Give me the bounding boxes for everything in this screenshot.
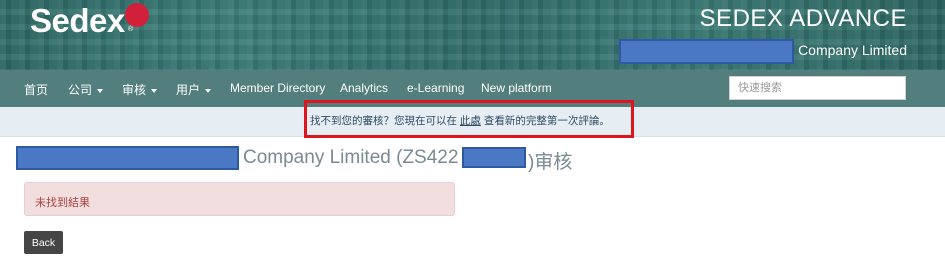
nav-item-home[interactable]: 首页: [24, 81, 48, 98]
product-title: SEDEX ADVANCE: [699, 5, 907, 32]
nav-item-audit-label: 审核: [122, 83, 147, 97]
company-name: Company Limited: [798, 42, 907, 58]
logo-trademark: ®: [128, 26, 134, 33]
quick-search-input[interactable]: [729, 76, 906, 100]
nav-item-audit[interactable]: 审核: [122, 81, 158, 98]
back-button[interactable]: Back: [24, 231, 63, 254]
nav-item-member-directory[interactable]: Member Directory: [230, 81, 325, 95]
alert-message: 未找到結果: [35, 197, 90, 209]
chevron-down-icon: [97, 88, 104, 93]
header-banner: Sedex ® SEDEX ADVANCE Company Limited: [0, 0, 945, 70]
title-redaction-id: [462, 147, 526, 168]
no-results-alert: 未找到結果: [24, 182, 455, 216]
logo-red-dot: [125, 3, 149, 27]
page-title-part2: )审核: [528, 152, 573, 173]
title-redaction-company: [16, 146, 239, 170]
notice-text-before: 找不到您的審核？您現在可以在: [310, 115, 460, 127]
nav-item-users[interactable]: 用户: [176, 81, 212, 98]
company-name-redaction: [619, 39, 794, 64]
logo-text: Sedex: [30, 2, 125, 39]
nav-item-users-label: 用户: [176, 83, 201, 97]
notice-text: 找不到您的審核？您現在可以在 此處 查看新的完整第一次評論。: [310, 113, 610, 128]
chevron-down-icon: [205, 88, 212, 93]
chevron-down-icon: [151, 88, 158, 93]
nav-item-new-platform[interactable]: New platform: [481, 81, 552, 95]
nav-item-company[interactable]: 公司: [68, 81, 104, 98]
sedex-logo[interactable]: Sedex: [30, 2, 125, 39]
nav-item-analytics[interactable]: Analytics: [340, 81, 388, 95]
nav-item-elearning[interactable]: e-Learning: [407, 81, 464, 95]
nav-item-company-label: 公司: [68, 83, 93, 97]
notice-link[interactable]: 此處: [460, 115, 481, 127]
page-title-part1: Company Limited (ZS422: [243, 147, 459, 168]
notice-text-after: 查看新的完整第一次評論。: [480, 115, 610, 127]
